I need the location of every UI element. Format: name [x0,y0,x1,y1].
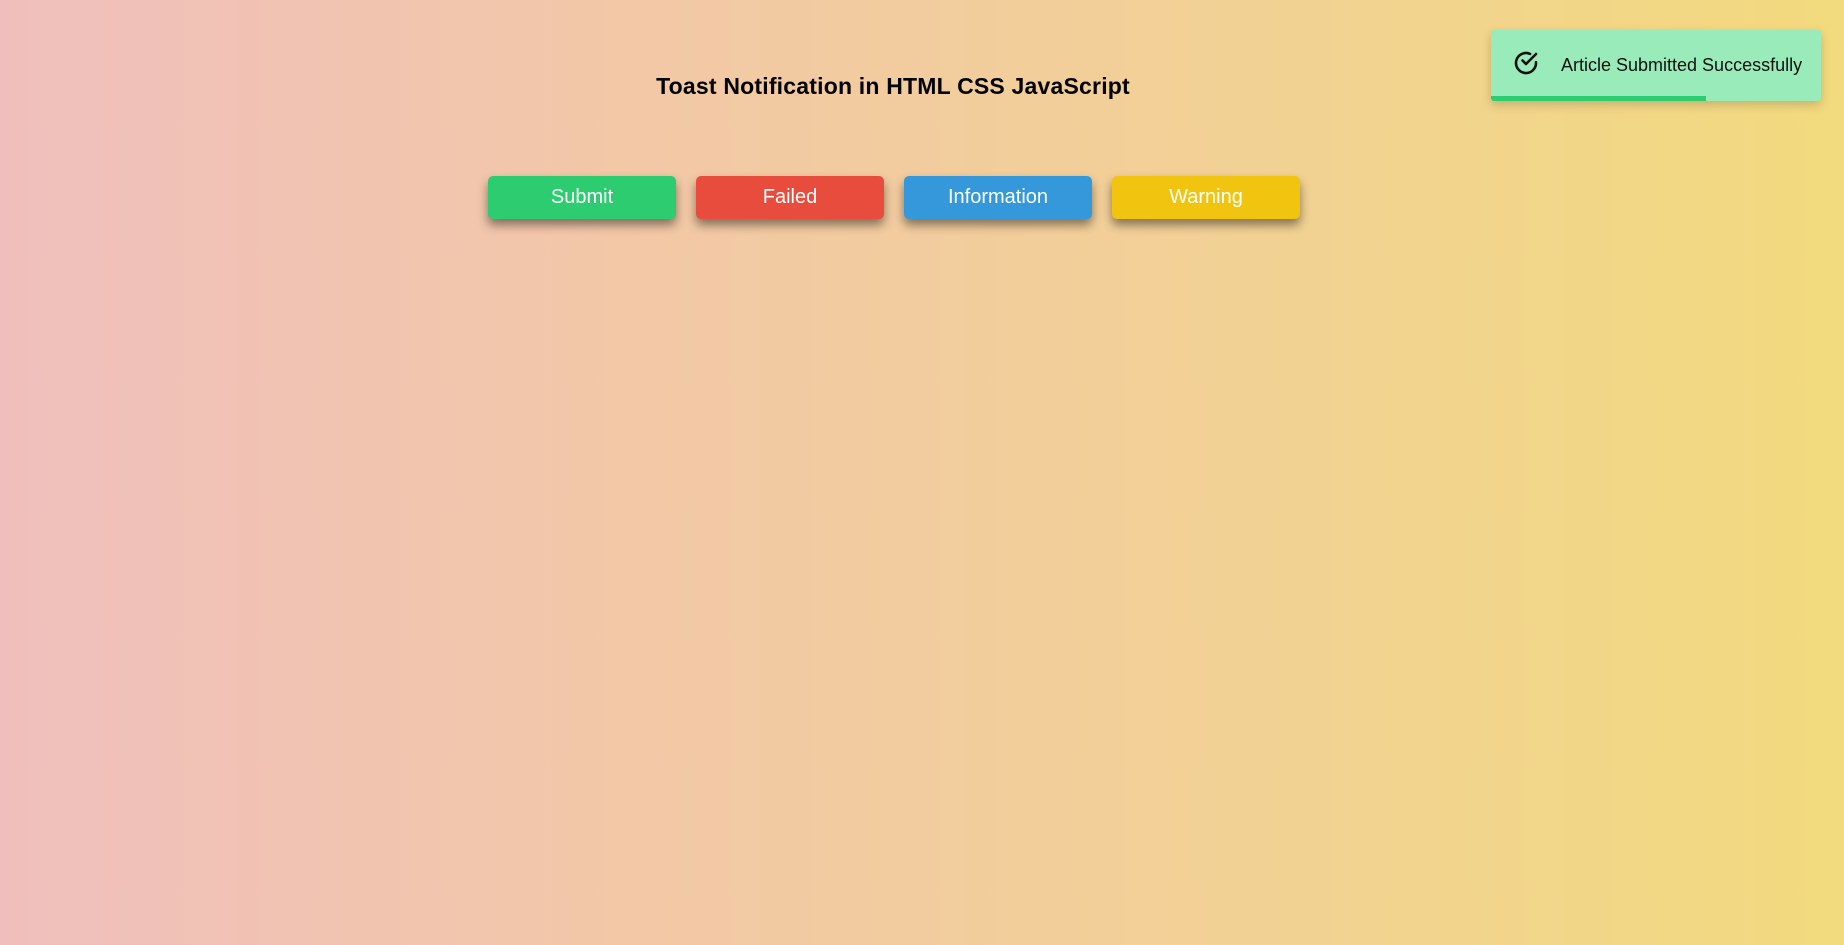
toast-message: Article Submitted Successfully [1561,55,1803,75]
warning-button[interactable]: Warning [1112,176,1300,219]
button-group: Submit Failed Information Warning [488,176,1300,219]
information-button[interactable]: Information [904,176,1092,219]
toast-progress-bar [1491,96,1706,101]
submit-button[interactable]: Submit [488,176,676,219]
toast-notification[interactable]: Article Submitted Successfully [1491,30,1821,101]
failed-button[interactable]: Failed [696,176,884,219]
toast-progress-track [1491,96,1821,101]
check-circle-icon [1511,48,1541,78]
